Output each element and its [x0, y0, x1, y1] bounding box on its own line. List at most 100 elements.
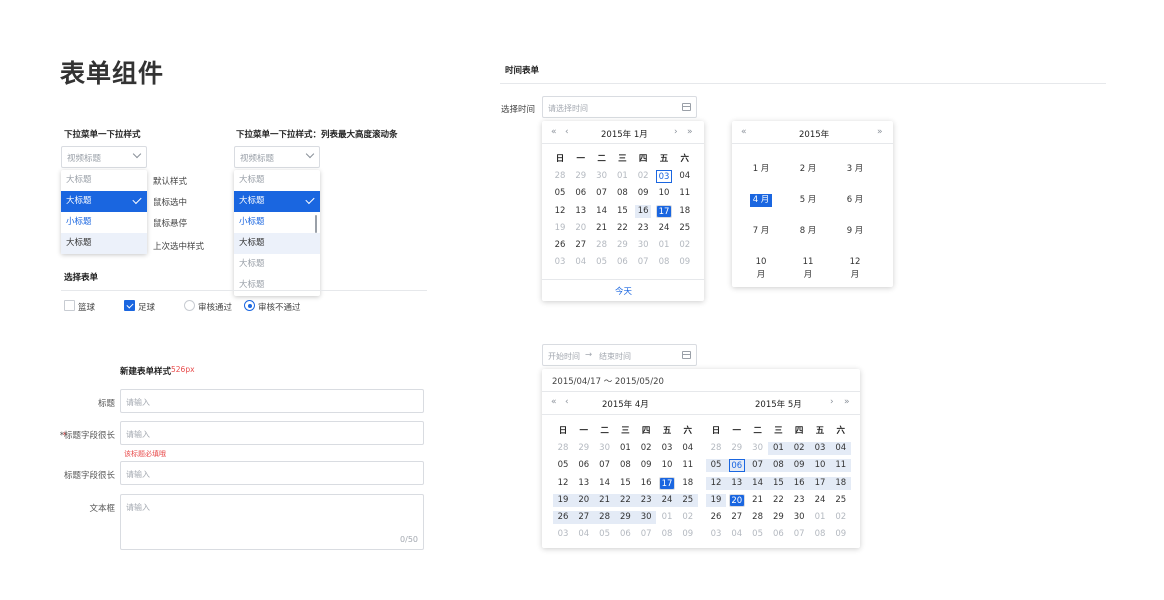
day-cell[interactable]: 21 — [750, 494, 766, 507]
day-cell[interactable]: 28 — [594, 239, 610, 252]
day-cell[interactable]: 24 — [812, 494, 828, 507]
day-cell[interactable]: 03 — [708, 528, 724, 541]
month-cell[interactable]: 9 月 — [844, 225, 866, 238]
dropdown1-item-hover[interactable]: 小标题 — [61, 212, 147, 233]
day-cell[interactable]: 29 — [770, 511, 786, 524]
prev-year-icon[interactable]: « — [551, 127, 557, 137]
time-input[interactable]: 请选择时间 — [542, 96, 697, 118]
dropdown1-item-last-selected[interactable]: 大标题 — [61, 233, 147, 254]
next-month-icon[interactable]: › — [674, 127, 678, 137]
day-cell[interactable]: 13 — [576, 477, 592, 490]
dropdown2-item-selected[interactable]: 大标题 — [234, 191, 320, 212]
day-cell[interactable]: 02 — [638, 442, 654, 455]
day-cell[interactable]: 30 — [597, 442, 613, 455]
dropdown2-item-hover[interactable]: 小标题 — [234, 212, 320, 233]
month-cell[interactable]: 7 月 — [750, 225, 772, 238]
day-cell[interactable]: 15 — [770, 477, 786, 490]
range-input[interactable]: 开始时间 → 结束时间 — [542, 344, 697, 366]
field-title-input[interactable]: 请输入 — [120, 389, 424, 413]
dropdown2-item[interactable]: 大标题 — [234, 275, 320, 296]
day-cell[interactable]: 06 — [573, 187, 589, 200]
field-long-input[interactable]: 请输入 — [120, 461, 424, 485]
day-cell[interactable]: 28 — [552, 170, 568, 183]
next-year-icon[interactable]: » — [844, 397, 850, 407]
day-cell[interactable]: 01 — [617, 442, 633, 455]
calendar-icon[interactable] — [682, 103, 691, 111]
day-cell[interactable]: 01 — [659, 511, 675, 524]
day-cell[interactable]: 08 — [812, 528, 828, 541]
day-cell[interactable]: 17 — [812, 477, 828, 490]
day-cell[interactable]: 12 — [552, 205, 568, 218]
day-cell[interactable]: 29 — [729, 442, 745, 455]
day-cell[interactable]: 01 — [770, 442, 786, 455]
field-long-required-input[interactable]: 请输入 — [120, 421, 424, 445]
day-cell[interactable]: 28 — [708, 442, 724, 455]
day-cell[interactable]: 03 — [812, 442, 828, 455]
checkbox-football[interactable] — [124, 300, 135, 311]
day-cell[interactable]: 02 — [635, 170, 651, 183]
next-year-icon[interactable]: » — [877, 127, 883, 137]
day-cell[interactable]: 02 — [791, 442, 807, 455]
day-cell[interactable]: 28 — [555, 442, 571, 455]
day-cell[interactable]: 26 — [555, 511, 571, 524]
radio-rejected[interactable] — [244, 300, 255, 311]
day-cell[interactable]: 22 — [614, 222, 630, 235]
day-cell[interactable]: 04 — [833, 442, 849, 455]
dropdown2-select[interactable]: 视频标题 — [234, 146, 320, 168]
radio-approved[interactable] — [184, 300, 195, 311]
day-cell[interactable]: 08 — [614, 187, 630, 200]
month-cell[interactable]: 5 月 — [797, 194, 819, 207]
day-cell[interactable]: 04 — [680, 442, 696, 455]
day-cell[interactable]: 16 — [635, 204, 652, 218]
day-cell[interactable]: 01 — [656, 239, 672, 252]
calendar-icon[interactable] — [682, 351, 691, 359]
day-cell[interactable]: 06 — [617, 528, 633, 541]
day-cell[interactable]: 29 — [614, 239, 630, 252]
day-cell[interactable]: 23 — [635, 222, 651, 235]
day-cell[interactable]: 19 — [708, 494, 724, 507]
day-cell[interactable]: 13 — [573, 205, 589, 218]
day-cell[interactable]: 25 — [677, 222, 693, 235]
day-cell[interactable]: 30 — [791, 511, 807, 524]
day-cell[interactable]: 02 — [833, 511, 849, 524]
day-cell[interactable]: 04 — [677, 170, 693, 183]
checkbox-basketball[interactable] — [64, 300, 75, 311]
day-cell[interactable]: 14 — [594, 205, 610, 218]
day-cell[interactable]: 09 — [677, 256, 693, 269]
day-cell[interactable]: 08 — [659, 528, 675, 541]
dropdown2-item[interactable]: 大标题 — [234, 170, 320, 191]
prev-year-icon[interactable]: « — [741, 127, 747, 137]
day-cell[interactable]: 24 — [659, 494, 675, 507]
prev-month-icon[interactable]: ‹ — [565, 397, 569, 407]
day-cell[interactable]: 22 — [617, 494, 633, 507]
day-cell[interactable]: 18 — [677, 205, 693, 218]
day-cell[interactable]: 20 — [576, 494, 592, 507]
day-cell[interactable]: 03 — [659, 442, 675, 455]
day-cell[interactable]: 12 — [708, 477, 724, 490]
day-cell[interactable]: 06 — [728, 459, 745, 473]
day-cell[interactable]: 06 — [770, 528, 786, 541]
day-cell[interactable]: 05 — [555, 459, 571, 472]
next-year-icon[interactable]: » — [687, 127, 693, 137]
day-cell[interactable]: 29 — [617, 511, 633, 524]
prev-month-icon[interactable]: ‹ — [565, 127, 569, 137]
day-cell[interactable]: 05 — [552, 187, 568, 200]
month-cell[interactable]: 8 月 — [797, 225, 819, 238]
day-cell[interactable]: 15 — [617, 477, 633, 490]
day-cell[interactable]: 09 — [635, 187, 651, 200]
day-cell[interactable]: 08 — [770, 459, 786, 472]
dropdown2-item[interactable]: 大标题 — [234, 254, 320, 275]
day-cell[interactable]: 17 — [656, 204, 672, 218]
day-cell[interactable]: 06 — [614, 256, 630, 269]
day-cell[interactable]: 19 — [555, 494, 571, 507]
day-cell[interactable]: 21 — [594, 222, 610, 235]
day-cell[interactable]: 05 — [750, 528, 766, 541]
month-cell[interactable]: 6 月 — [844, 194, 866, 207]
day-cell[interactable]: 27 — [576, 511, 592, 524]
month-cell[interactable]: 4 月 — [750, 194, 772, 207]
month-cell[interactable]: 11 月 — [797, 256, 819, 280]
day-cell[interactable]: 12 — [555, 477, 571, 490]
day-cell[interactable]: 26 — [708, 511, 724, 524]
day-cell[interactable]: 04 — [729, 528, 745, 541]
day-cell[interactable]: 03 — [555, 528, 571, 541]
